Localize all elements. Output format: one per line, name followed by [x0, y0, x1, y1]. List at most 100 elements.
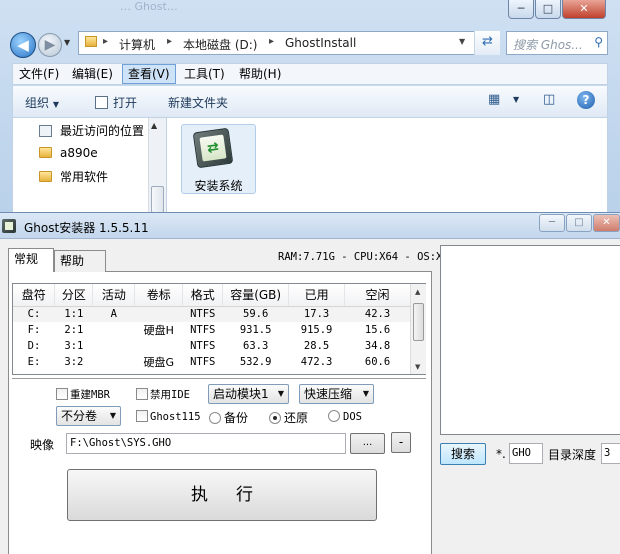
table-cell: 532.9 [239, 356, 272, 368]
table-cell: NTFS [190, 356, 216, 368]
file-item-label: 安装系统 [194, 179, 243, 193]
search-input[interactable]: 搜索 Ghos... ⚲ [506, 31, 608, 55]
explorer-minimize-button[interactable]: ─ [508, 0, 534, 19]
nav-item-a890e[interactable]: a890e [39, 146, 98, 160]
table-cell: 硬盘H [143, 324, 174, 337]
split-volume-select[interactable]: 不分卷 ▼ [56, 406, 121, 426]
file-item-install-system[interactable]: ⇄ 安装系统 [181, 124, 256, 194]
refresh-icon[interactable]: ⇄ [474, 31, 500, 55]
scroll-thumb[interactable] [413, 303, 424, 341]
mode-restore-radio[interactable]: 还原 [269, 409, 308, 426]
col-volume-label[interactable]: 卷标 [134, 284, 184, 307]
view-options-chevron-icon[interactable]: ▼ [513, 95, 519, 104]
menu-help[interactable]: 帮助(H) [234, 64, 286, 84]
col-partition[interactable]: 分区 [54, 284, 94, 307]
col-format[interactable]: 格式 [182, 284, 224, 307]
ghost-maximize-button[interactable]: □ [566, 214, 592, 232]
organize-button[interactable]: 组织 ▼ [25, 94, 59, 111]
browse-button[interactable]: ... [350, 433, 385, 454]
recent-places-icon [39, 125, 52, 137]
ghost-minimize-button[interactable]: ─ [539, 214, 565, 232]
scroll-down-icon[interactable]: ▼ [415, 363, 420, 371]
radio-label: DOS [343, 411, 362, 423]
scroll-up-icon[interactable]: ▲ [151, 121, 157, 130]
col-free[interactable]: 空闲 [344, 284, 411, 307]
command-bar: 组织 ▼ 打开 新建文件夹 ▦ ▼ ◫ ? [12, 86, 608, 118]
breadcrumb-separator-icon: ▸ [167, 36, 173, 47]
open-icon [95, 96, 108, 109]
scroll-thumb[interactable] [151, 186, 164, 213]
col-active[interactable]: 活动 [92, 284, 136, 307]
col-used[interactable]: 已用 [288, 284, 346, 307]
table-row[interactable]: E: 3:2 硬盘G NTFS 532.9 472.3 60.6 [13, 354, 411, 370]
help-icon[interactable]: ? [577, 91, 595, 109]
address-dropdown-chevron-icon[interactable]: ▼ [459, 37, 465, 46]
col-capacity[interactable]: 容量(GB) [222, 284, 290, 307]
checkbox-label: 禁用IDE [150, 389, 190, 401]
partition-list-header: 盘符 分区 活动 卷标 格式 容量(GB) 已用 空闲 [13, 284, 411, 307]
nav-item-recent-places[interactable]: 最近访问的位置 [39, 122, 144, 139]
table-cell: 59.6 [222, 306, 289, 322]
select-value: 快速压缩 [304, 387, 353, 401]
open-label: 打开 [113, 96, 138, 110]
menu-edit[interactable]: 编辑(E) [67, 64, 118, 84]
tab-help[interactable]: 帮助 [54, 250, 106, 272]
compression-select[interactable]: 快速压缩 ▼ [299, 384, 374, 404]
menu-tools[interactable]: 工具(T) [179, 64, 230, 84]
execute-button[interactable]: 执行 [67, 469, 377, 521]
table-row[interactable]: D: 3:1 NTFS 63.3 28.5 34.8 [13, 338, 411, 354]
search-results-list[interactable] [440, 245, 620, 435]
tab-general[interactable]: 常规 [8, 248, 54, 272]
table-cell: 1:1 [54, 306, 93, 322]
table-cell: A [92, 306, 135, 322]
new-folder-button[interactable]: 新建文件夹 [168, 94, 228, 111]
navigation-pane: 最近访问的位置 a890e 常用软件 [12, 118, 167, 214]
mode-backup-radio[interactable]: 备份 [209, 409, 248, 426]
organize-label: 组织 [25, 96, 50, 110]
menu-file[interactable]: 文件(F) [14, 64, 64, 84]
image-path-input[interactable]: F:\Ghost\SYS.GHO [66, 433, 346, 454]
partition-list-scrollbar[interactable]: ▲ ▼ [410, 284, 426, 374]
back-arrow-icon[interactable]: ◀ [10, 32, 36, 58]
ghost115-checkbox[interactable]: Ghost115 [136, 409, 201, 423]
scroll-up-icon[interactable]: ▲ [415, 288, 420, 296]
explorer-close-button[interactable]: ✕ [562, 0, 606, 19]
table-cell: 2:1 [64, 324, 84, 336]
explorer-maximize-button[interactable]: □ [535, 0, 561, 19]
extension-input[interactable]: GHO [509, 443, 543, 464]
recent-pages-chevron-icon[interactable]: ▼ [64, 38, 76, 50]
forward-arrow-icon[interactable]: ▶ [38, 33, 62, 57]
mode-dos-radio[interactable]: DOS [328, 409, 362, 423]
partition-list[interactable]: 盘符 分区 活动 卷标 格式 容量(GB) 已用 空闲 C: 1:1 A NTF… [12, 283, 426, 375]
navigation-scrollbar[interactable]: ▲ [148, 118, 166, 214]
directory-depth-input[interactable]: 3 [601, 443, 620, 464]
menu-view[interactable]: 查看(V) [122, 64, 176, 84]
table-cell: 28.5 [303, 340, 330, 352]
search-placeholder: 搜索 Ghos... [513, 38, 583, 52]
col-drive-letter[interactable]: 盘符 [13, 284, 56, 307]
rebuild-mbr-checkbox[interactable]: 重建MBR [56, 387, 110, 402]
breadcrumb-computer[interactable]: 计算机 [119, 36, 155, 53]
table-row[interactable]: F: 2:1 硬盘H NTFS 931.5 915.9 15.6 [13, 322, 411, 338]
view-options-icon[interactable]: ▦ [488, 92, 500, 107]
table-cell [135, 338, 183, 354]
disable-ide-checkbox[interactable]: 禁用IDE [136, 387, 190, 402]
search-icon[interactable]: ⚲ [594, 35, 603, 49]
boot-module-select[interactable]: 启动模块1 ▼ [208, 384, 289, 404]
breadcrumb-local-disk[interactable]: 本地磁盘 (D:) [183, 36, 257, 53]
table-cell: 472.3 [300, 356, 333, 368]
table-row[interactable]: C: 1:1 A NTFS 59.6 17.3 42.3 [13, 306, 411, 322]
directory-depth-label: 目录深度 [548, 448, 597, 462]
table-cell: D: [27, 340, 41, 352]
search-button[interactable]: 搜索 [440, 443, 486, 465]
address-bar[interactable]: ▸ 计算机 ▸ 本地磁盘 (D:) ▸ GhostInstall ▼ [78, 31, 500, 55]
preview-pane-icon[interactable]: ◫ [543, 92, 555, 107]
ghost-close-button[interactable]: ✕ [593, 214, 620, 232]
breadcrumb-ghostinstall[interactable]: GhostInstall [285, 36, 356, 50]
table-cell: 34.8 [364, 340, 391, 352]
select-value: 启动模块1 [213, 387, 269, 401]
nav-item-common-software[interactable]: 常用软件 [39, 168, 108, 185]
open-button[interactable]: 打开 [95, 94, 137, 111]
breadcrumb-separator-icon: ▸ [103, 36, 109, 47]
remove-image-button[interactable]: - [391, 432, 411, 453]
